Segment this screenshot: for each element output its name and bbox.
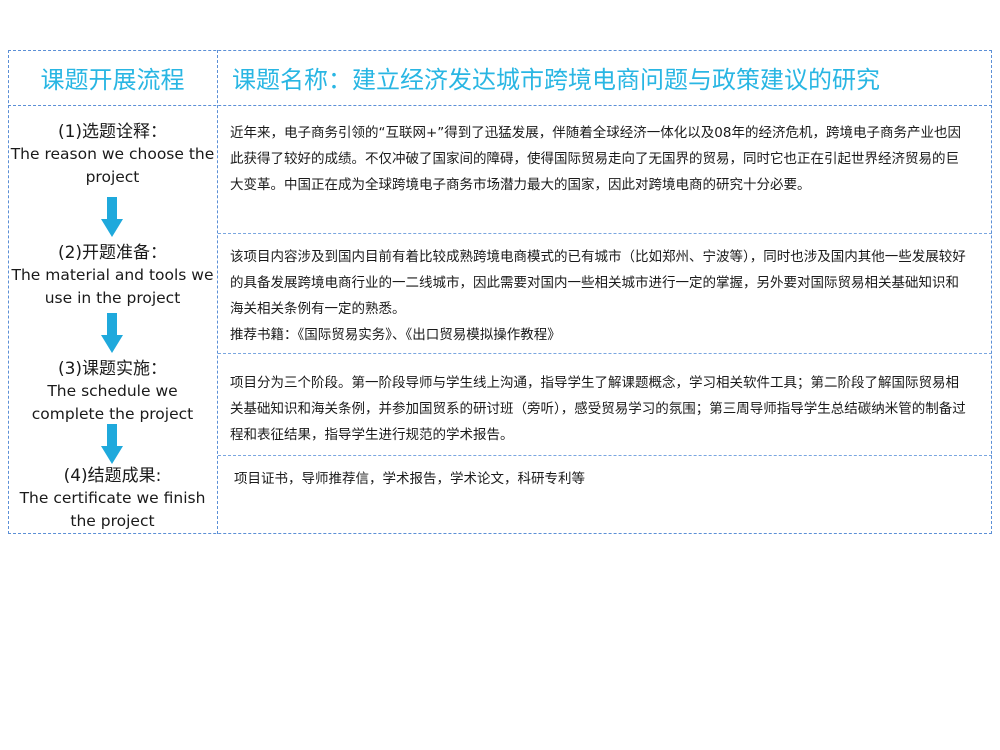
step-4-en: The certificate we finish the project bbox=[19, 489, 206, 530]
step-2: (2)开题准备： The material and tools we use i… bbox=[10, 242, 215, 310]
project-title: 课题名称：建立经济发达城市跨境电商问题与政策建议的研究 bbox=[232, 66, 880, 94]
detail-results-text: 项目证书，导师推荐信，学术报告，学术论文，科研专利等 bbox=[234, 471, 585, 487]
detail-schedule: 项目分为三个阶段。第一阶段导师与学生线上沟通，指导学生了解课题概念，学习相关软件… bbox=[230, 370, 972, 448]
row-divider-1 bbox=[218, 233, 992, 234]
detail-results: 项目证书，导师推荐信，学术报告，学术论文，科研专利等 bbox=[234, 466, 976, 492]
column-divider bbox=[217, 50, 218, 534]
step-1: (1)选题诠释： The reason we choose the projec… bbox=[10, 121, 215, 189]
detail-reason-text: 近年来，电子商务引领的“互联网+”得到了迅猛发展，伴随着全球经济一体化以及08年… bbox=[230, 125, 961, 193]
detail-preparation: 该项目内容涉及到国内目前有着比较成熟跨境电商模式的已有城市（比如郑州、宁波等），… bbox=[230, 244, 972, 348]
detail-schedule-text: 项目分为三个阶段。第一阶段导师与学生线上沟通，指导学生了解课题概念，学习相关软件… bbox=[230, 375, 966, 443]
detail-preparation-text: 该项目内容涉及到国内目前有着比较成熟跨境电商模式的已有城市（比如郑州、宁波等），… bbox=[230, 249, 966, 317]
step-4-cn: (4)结题成果: bbox=[63, 466, 162, 486]
recommended-books: 推荐书籍：《国际贸易实务》、《出口贸易模拟操作教程》 bbox=[230, 327, 561, 343]
step-3: (3)课题实施： The schedule we complete the pr… bbox=[10, 358, 215, 426]
down-arrow-icon bbox=[101, 197, 123, 237]
row-divider-2 bbox=[218, 353, 992, 354]
step-2-cn: (2)开题准备： bbox=[57, 243, 168, 263]
step-4: (4)结题成果: The certificate we finish the p… bbox=[10, 465, 215, 533]
process-title: 课题开展流程 bbox=[40, 66, 185, 94]
down-arrow-icon bbox=[101, 424, 123, 464]
step-2-en: The material and tools we use in the pro… bbox=[11, 266, 214, 307]
down-arrow-icon bbox=[101, 313, 123, 353]
step-1-cn: (1)选题诠释： bbox=[57, 122, 168, 142]
step-1-en: The reason we choose the project bbox=[10, 145, 215, 186]
detail-reason: 近年来，电子商务引领的“互联网+”得到了迅猛发展，伴随着全球经济一体化以及08年… bbox=[230, 120, 972, 198]
step-3-en: The schedule we complete the project bbox=[31, 382, 194, 423]
step-3-cn: (3)课题实施： bbox=[57, 359, 168, 379]
row-divider-3 bbox=[218, 455, 992, 456]
header-divider bbox=[8, 105, 992, 106]
